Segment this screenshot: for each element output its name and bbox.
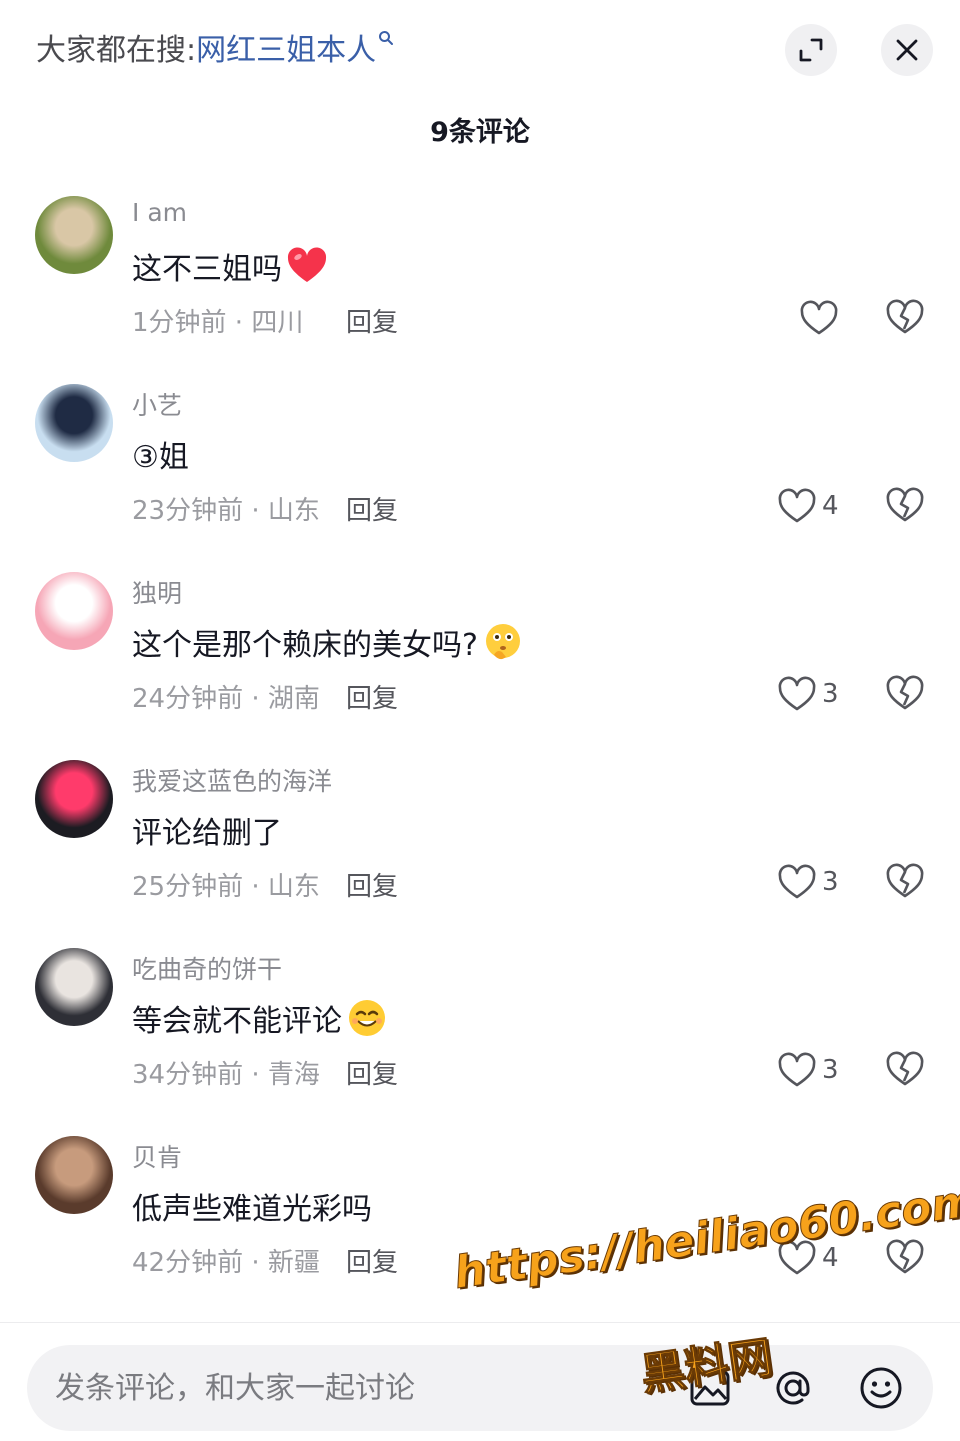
comment-meta: 42分钟前 · 新疆	[132, 1248, 320, 1278]
avatar[interactable]	[35, 384, 113, 462]
comment-text: 等会就不能评论	[132, 1004, 342, 1039]
search-suggestion[interactable]: 大家都在搜:网红三姐本人	[36, 30, 394, 71]
like-button[interactable]: 3	[778, 1050, 839, 1090]
dislike-icon[interactable]	[886, 1238, 924, 1276]
close-button[interactable]	[881, 24, 933, 76]
like-button[interactable]: 4	[778, 486, 839, 526]
search-icon	[379, 31, 394, 45]
comment-text-row: ③姐	[132, 432, 189, 476]
search-suggestion-term[interactable]: 网红三姐本人	[196, 33, 376, 68]
reply-button[interactable]: 回复	[346, 1242, 398, 1279]
comment-username[interactable]: I am	[132, 198, 187, 227]
comment-text-row: 这个是那个赖床的美女吗?	[132, 620, 524, 664]
reply-button[interactable]: 回复	[346, 1054, 398, 1091]
comment-meta: 34分钟前 · 青海	[132, 1060, 320, 1090]
comment-panel-header: 大家都在搜:网红三姐本人	[0, 0, 960, 100]
dislike-icon[interactable]	[886, 674, 924, 712]
dislike-icon[interactable]	[886, 862, 924, 900]
comment-meta: 1分钟前 · 四川	[132, 308, 304, 338]
comment-username[interactable]: 吃曲奇的饼干	[132, 950, 282, 986]
comment-item[interactable]: 吃曲奇的饼干等会就不能评论 34分钟前 · 青海 回复 3	[0, 948, 960, 1136]
comment-meta: 23分钟前 · 山东	[132, 496, 320, 526]
comment-input-bar	[0, 1322, 960, 1441]
avatar[interactable]	[35, 760, 113, 838]
comment-text: 评论给删了	[132, 816, 282, 851]
dislike-icon[interactable]	[886, 486, 924, 524]
like-button[interactable]	[800, 298, 844, 338]
avatar[interactable]	[35, 196, 113, 274]
expand-button[interactable]	[785, 24, 837, 76]
comment-input-pill[interactable]	[27, 1345, 933, 1431]
avatar[interactable]	[35, 1136, 113, 1214]
expand-icon	[799, 38, 823, 62]
comment-text: 低声些难道光彩吗	[132, 1192, 372, 1227]
comment-meta: 25分钟前 · 山东	[132, 872, 320, 902]
search-suggestion-prefix: 大家都在搜:	[36, 33, 197, 68]
comment-text: ③姐	[132, 440, 189, 475]
like-count: 3	[822, 867, 839, 897]
reply-button[interactable]: 回复	[346, 866, 398, 903]
reply-button[interactable]: 回复	[346, 302, 398, 339]
comment-meta: 24分钟前 · 湖南	[132, 684, 320, 714]
like-count: 3	[822, 679, 839, 709]
close-icon	[896, 39, 918, 61]
like-icon	[778, 676, 816, 711]
like-count: 4	[822, 491, 839, 521]
comment-text-row: 评论给删了	[132, 808, 282, 852]
comment-username[interactable]: 独明	[132, 574, 182, 610]
like-button[interactable]: 3	[778, 862, 839, 902]
reply-button[interactable]: 回复	[346, 678, 398, 715]
like-icon	[800, 300, 838, 335]
at-icon[interactable]	[770, 1365, 816, 1411]
avatar[interactable]	[35, 572, 113, 650]
smiling-face-emoji	[349, 1000, 385, 1036]
comment-count-title: 9条评论	[430, 117, 530, 148]
like-icon	[778, 1052, 816, 1087]
comment-item[interactable]: 小艺 ③姐 23分钟前 · 山东 回复 4	[0, 384, 960, 572]
avatar[interactable]	[35, 948, 113, 1026]
emoji-icon[interactable]	[858, 1365, 904, 1411]
like-icon	[778, 488, 816, 523]
like-button[interactable]: 3	[778, 674, 839, 714]
dislike-icon[interactable]	[886, 1050, 924, 1088]
reply-button[interactable]: 回复	[346, 490, 398, 527]
dislike-icon[interactable]	[886, 298, 924, 336]
comment-text-row: 低声些难道光彩吗	[132, 1184, 372, 1228]
comment-username[interactable]: 贝肯	[132, 1138, 182, 1174]
comment-input[interactable]	[55, 1345, 615, 1431]
comment-item[interactable]: I am 这不三姐吗 1分钟前 · 四川 回复	[0, 196, 960, 384]
comment-text: 这不三姐吗	[132, 252, 282, 287]
like-icon	[778, 864, 816, 899]
comment-text-row: 等会就不能评论	[132, 996, 388, 1040]
comment-username[interactable]: 我爱这蓝色的海洋	[132, 762, 332, 798]
red-heart-emoji	[287, 247, 327, 282]
comment-text-row: 这不三姐吗	[132, 244, 328, 288]
comment-item[interactable]: 独明这个是那个赖床的美女吗? 24分钟前 · 湖南 回复 3	[0, 572, 960, 760]
like-count: 3	[822, 1055, 839, 1085]
comment-username[interactable]: 小艺	[132, 386, 182, 422]
thinking-face-emoji	[485, 624, 520, 660]
comment-item[interactable]: 我爱这蓝色的海洋 评论给删了 25分钟前 · 山东 回复 3	[0, 760, 960, 948]
like-count: 4	[822, 1243, 839, 1273]
comment-text: 这个是那个赖床的美女吗?	[132, 628, 478, 663]
